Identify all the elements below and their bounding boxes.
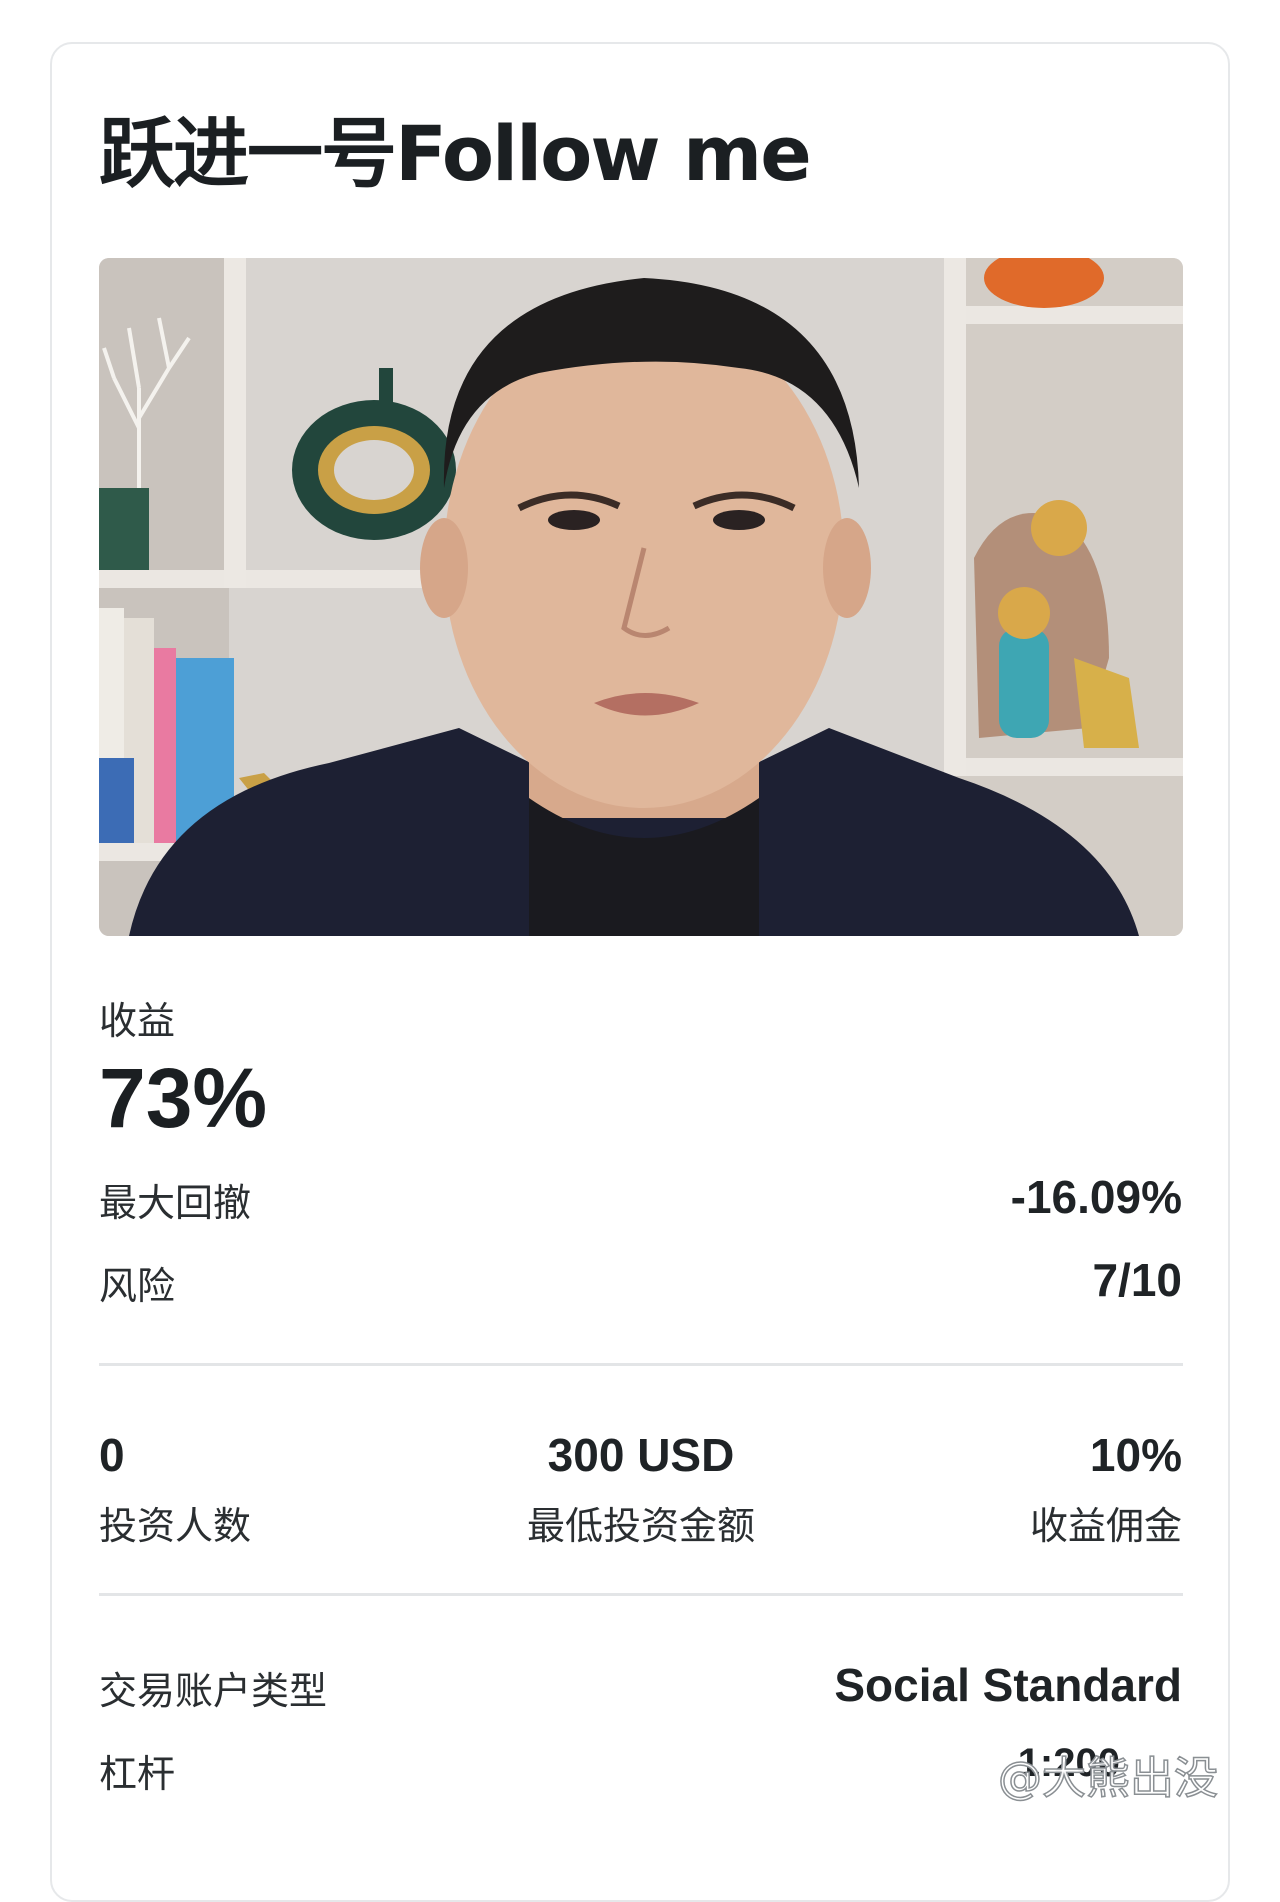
max-drawdown-label: 最大回撤: [99, 1181, 252, 1225]
strategy-title: 跃进一号Follow me: [99, 109, 812, 198]
investors-count-label: 投资人数: [99, 1504, 252, 1548]
divider-2: [99, 1593, 1183, 1596]
min-investment-label: 最低投资金额: [526, 1504, 755, 1548]
divider-1: [99, 1363, 1183, 1366]
watermark-text: @大熊出没: [997, 1752, 1219, 1805]
risk-value: 7/10: [1092, 1254, 1182, 1306]
risk-label: 风险: [99, 1264, 176, 1308]
max-drawdown-value: -16.09%: [1010, 1171, 1182, 1223]
leverage-label: 杠杆: [99, 1752, 176, 1796]
min-investment-value: 300 USD: [547, 1429, 735, 1481]
account-type-value: Social Standard: [834, 1659, 1182, 1711]
returns-value: 73%: [99, 1051, 268, 1145]
investors-count-value: 0: [99, 1429, 125, 1481]
returns-label: 收益: [99, 999, 176, 1043]
trader-photo: [99, 258, 1183, 936]
profit-commission-label: 收益佣金: [1029, 1504, 1182, 1548]
account-type-label: 交易账户类型: [99, 1669, 328, 1713]
profit-commission-value: 10%: [1089, 1429, 1182, 1481]
